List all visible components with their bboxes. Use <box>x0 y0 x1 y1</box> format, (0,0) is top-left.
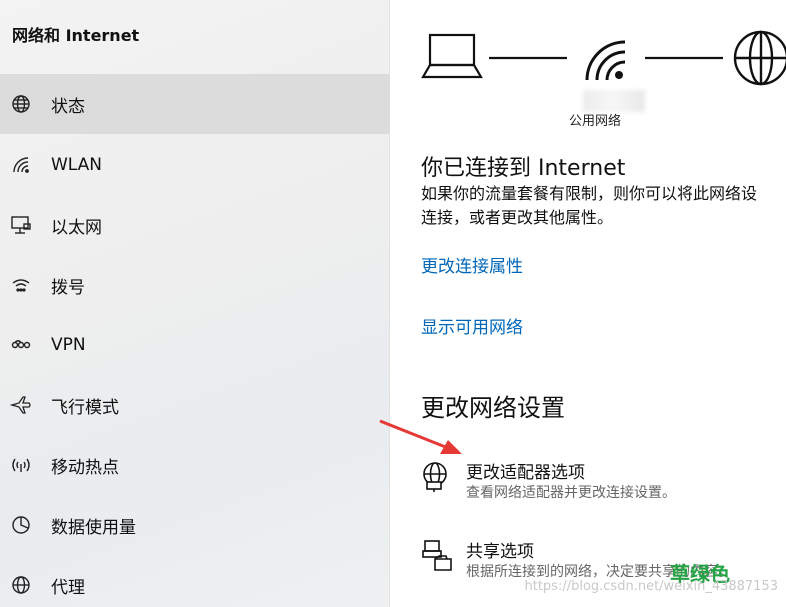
sidebar-item-ethernet[interactable]: 以太网 <box>0 195 390 255</box>
sidebar-item-label: VPN <box>51 335 86 355</box>
status-desc-line: 如果你的流量套餐有限制，则你可以将此网络设 <box>421 184 758 203</box>
sidebar-item-airplane-mode[interactable]: 飞行模式 <box>0 375 390 435</box>
status-desc-line: 连接，或者更改其他属性。 <box>421 208 614 227</box>
sidebar-item-label: 飞行模式 <box>51 397 119 418</box>
sidebar: 网络和 Internet 状态 WLAN 以太网 拨号 VPN 飞行模式 移动热… <box>0 0 390 607</box>
status-title: 你已连接到 Internet <box>421 156 626 181</box>
sidebar-item-label: 拨号 <box>51 277 85 298</box>
connection-line <box>489 56 567 60</box>
option-title: 更改适配器选项 <box>466 463 585 483</box>
watermark-url: https://blog.csdn.net/weixin_43887153 <box>524 579 778 594</box>
show-available-networks-link[interactable]: 显示可用网络 <box>421 313 523 338</box>
connection-line <box>645 56 723 60</box>
ethernet-icon <box>10 214 32 236</box>
airplane-icon <box>10 394 32 416</box>
globe-icon <box>10 574 32 596</box>
sidebar-item-dialup[interactable]: 拨号 <box>0 255 390 315</box>
sidebar-item-wlan[interactable]: WLAN <box>0 135 390 195</box>
option-title: 共享选项 <box>466 542 534 562</box>
dialup-icon <box>10 274 32 296</box>
wifi-signal-icon <box>585 40 626 81</box>
option-description: 查看网络适配器并更改连接设置。 <box>466 485 676 501</box>
sidebar-item-proxy[interactable]: 代理 <box>0 555 390 607</box>
sidebar-title: 网络和 Internet <box>12 26 140 45</box>
vpn-icon <box>10 334 32 356</box>
data-usage-icon <box>10 514 32 536</box>
sidebar-item-label: 移动热点 <box>51 457 119 478</box>
sidebar-item-label: 数据使用量 <box>51 517 136 538</box>
adapter-globe-icon <box>423 462 447 492</box>
globe-icon <box>10 93 32 115</box>
internet-globe-icon <box>733 30 786 86</box>
hotspot-icon <box>10 454 32 476</box>
sidebar-item-hotspot[interactable]: 移动热点 <box>0 435 390 495</box>
wifi-icon <box>10 154 32 176</box>
laptop-icon <box>421 33 483 79</box>
sharing-icon <box>422 540 452 571</box>
main-content: 公用网络 你已连接到 Internet 如果你的流量套餐有限制，则你可以将此网络… <box>391 0 786 607</box>
annotation-arrow <box>379 419 462 454</box>
change-connection-properties-link[interactable]: 更改连接属性 <box>421 252 523 277</box>
sidebar-item-label: 代理 <box>51 577 85 598</box>
sidebar-item-status[interactable]: 状态 <box>0 74 390 134</box>
sidebar-item-data-usage[interactable]: 数据使用量 <box>0 495 390 555</box>
sidebar-item-label: WLAN <box>51 155 103 175</box>
connection-diagram: 公用网络 <box>391 0 786 140</box>
sidebar-item-vpn[interactable]: VPN <box>0 315 390 375</box>
blurred-network-name <box>583 90 645 112</box>
status-description: 如果你的流量套餐有限制，则你可以将此网络设 连接，或者更改其他属性。 <box>421 182 786 230</box>
sidebar-item-label: 状态 <box>51 96 85 117</box>
network-type-label: 公用网络 <box>569 114 622 129</box>
sidebar-item-label: 以太网 <box>51 217 102 238</box>
change-adapter-options[interactable]: 更改适配器选项 查看网络适配器并更改连接设置。 <box>421 458 786 508</box>
